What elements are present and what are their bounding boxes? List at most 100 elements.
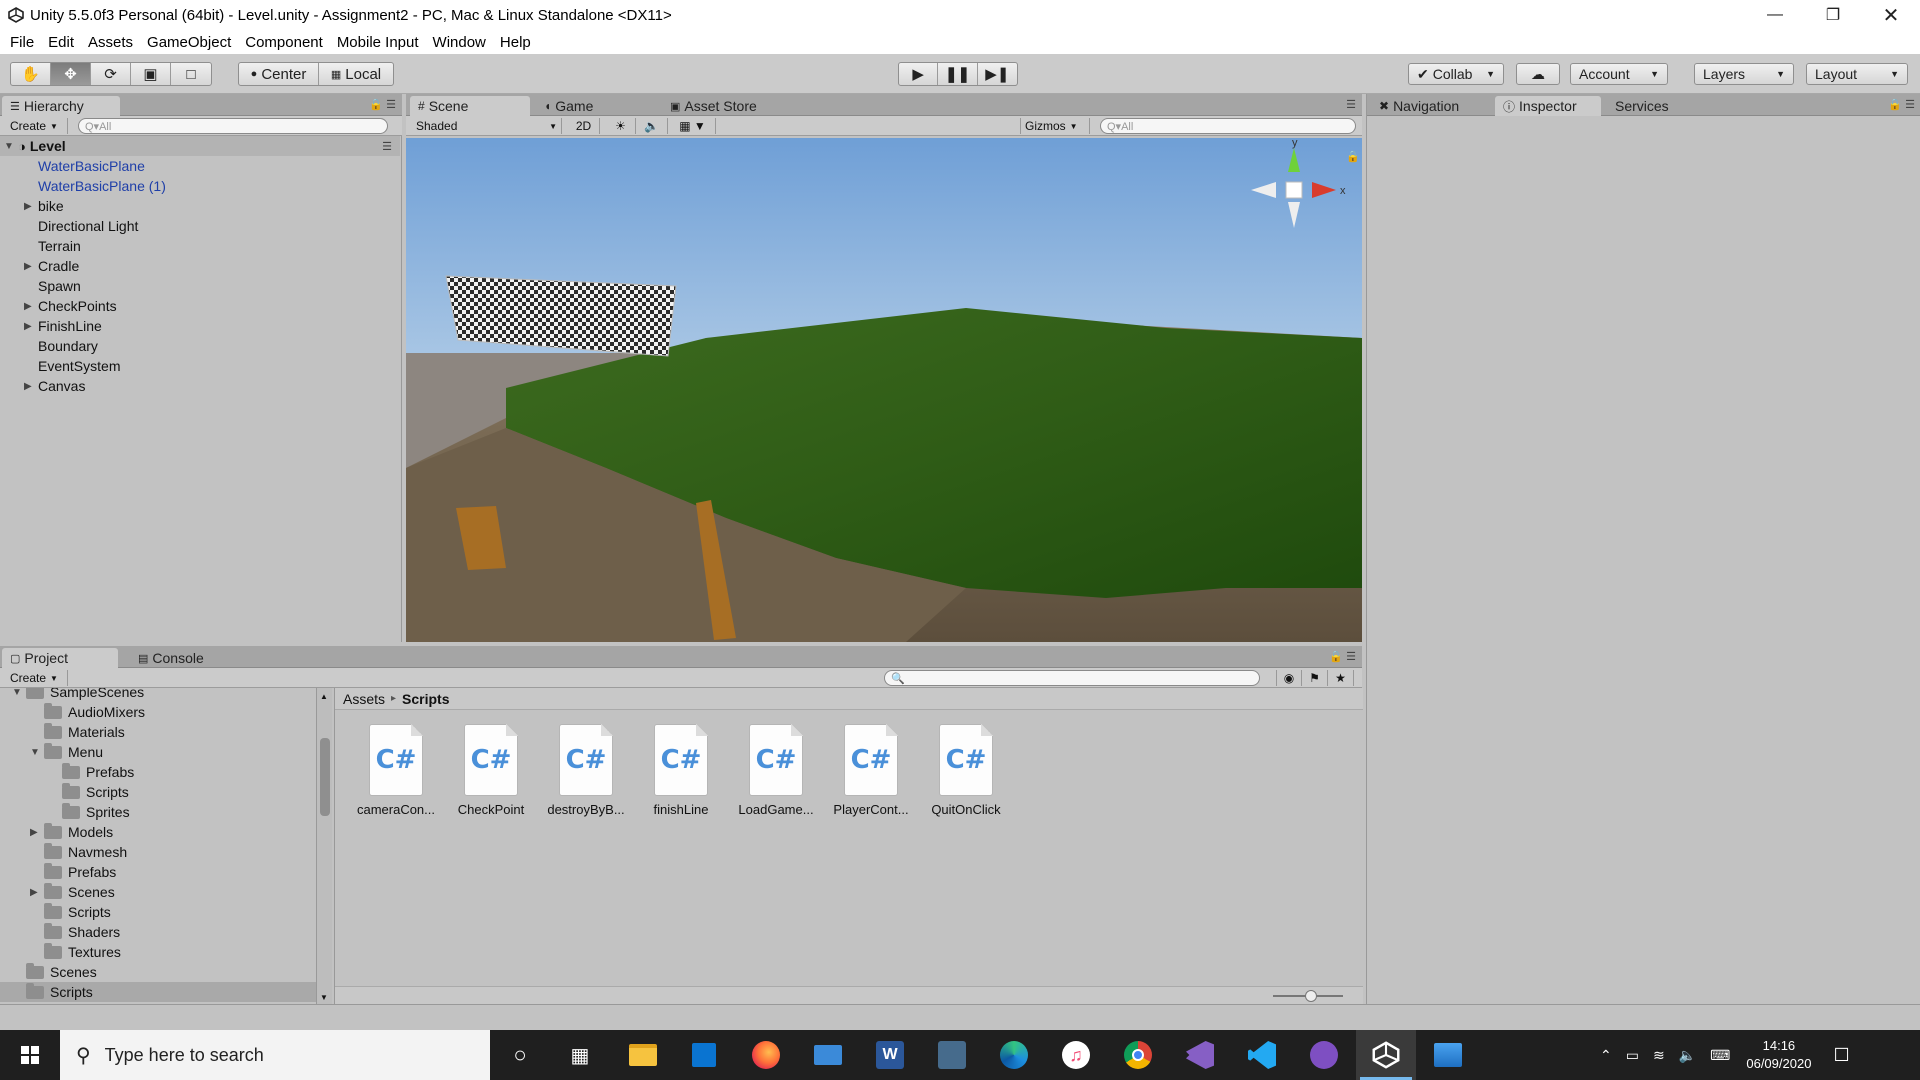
rotate-tool-icon[interactable]: ⟳ — [91, 63, 131, 85]
hierarchy-item[interactable]: Directional Light — [0, 216, 138, 236]
expand-arrow-icon[interactable]: ▶ — [24, 261, 36, 272]
tab-hierarchy[interactable]: ☰ Hierarchy — [2, 96, 120, 116]
expand-arrow-icon[interactable]: ▼ — [4, 141, 16, 152]
scroll-down-icon[interactable]: ▼ — [320, 993, 328, 1002]
project-create-button[interactable]: Create ▼ — [6, 670, 68, 686]
expand-arrow-icon[interactable]: ▶ — [30, 887, 44, 898]
expand-arrow-icon[interactable]: ▶ — [30, 827, 44, 838]
mail-icon[interactable] — [798, 1030, 858, 1080]
notifications-icon[interactable]: ☐ — [1833, 1045, 1849, 1066]
expand-arrow-icon[interactable]: ▼ — [12, 688, 26, 698]
chrome-icon[interactable] — [1108, 1030, 1168, 1080]
hierarchy-item[interactable]: WaterBasicPlane (1) — [0, 176, 166, 196]
panel-menu-icon[interactable]: 🔒 ☰ — [369, 98, 396, 111]
photos-icon[interactable] — [1418, 1030, 1478, 1080]
edge-icon[interactable] — [984, 1030, 1044, 1080]
play-icon[interactable]: ▶ — [899, 63, 939, 85]
taskbar-search-box[interactable]: ⚲ Type here to search — [60, 1030, 490, 1080]
gizmos-dropdown[interactable]: Gizmos ▼ — [1020, 118, 1090, 134]
tab-inspector[interactable]: ⓘ Inspector — [1495, 96, 1601, 116]
project-folder-item[interactable]: Materials — [0, 722, 316, 742]
zoom-slider-thumb[interactable] — [1305, 990, 1317, 1002]
step-icon[interactable]: ▶❚ — [978, 63, 1017, 85]
script-asset[interactable]: C# finishLine — [636, 724, 726, 834]
toggle-2d-button[interactable]: 2D — [568, 118, 600, 134]
panel-menu-icon[interactable]: 🔒 ☰ — [1888, 98, 1915, 111]
menu-window[interactable]: Window — [433, 34, 486, 51]
hierarchy-item[interactable]: ▶ FinishLine — [0, 316, 102, 336]
collab-dropdown[interactable]: ✔ Collab ▼ — [1408, 63, 1504, 85]
windows-start-icon[interactable] — [0, 1030, 60, 1080]
expand-arrow-icon[interactable]: ▼ — [30, 747, 44, 758]
minimize-icon[interactable]: — — [1746, 0, 1804, 30]
tree-scrollbar[interactable]: ▲ ▼ — [316, 688, 332, 1004]
hierarchy-item[interactable]: ▶ Cradle — [0, 256, 79, 276]
store-icon[interactable] — [674, 1030, 734, 1080]
scale-tool-icon[interactable]: ▣ — [131, 63, 171, 85]
chevron-up-icon[interactable]: ⌃ — [1600, 1047, 1612, 1064]
script-asset[interactable]: C# PlayerCont... — [826, 724, 916, 834]
project-folder-item[interactable]: Prefabs — [0, 762, 316, 782]
project-folder-item[interactable]: Scripts — [0, 782, 316, 802]
cortana-icon[interactable]: ○ — [490, 1030, 550, 1080]
wifi-icon[interactable]: ≋ — [1653, 1047, 1665, 1064]
menu-file[interactable]: File — [10, 34, 34, 51]
hierarchy-search-input[interactable]: Q▾All — [78, 118, 388, 134]
unity-taskbar-icon[interactable] — [1356, 1030, 1416, 1080]
scroll-thumb[interactable] — [320, 738, 330, 816]
cloud-button[interactable]: ☁ — [1516, 63, 1560, 85]
pause-icon[interactable]: ❚❚ — [938, 63, 978, 85]
project-folder-item[interactable]: Scripts — [0, 982, 316, 1002]
effects-dropdown-icon[interactable]: ▦ ▼ — [670, 118, 716, 134]
move-tool-icon[interactable]: ✥ — [51, 63, 91, 85]
word-icon[interactable]: W — [860, 1030, 920, 1080]
pivot-center-button[interactable]: ● Center — [239, 63, 319, 85]
menu-help[interactable]: Help — [500, 34, 531, 51]
project-folder-item[interactable]: Shaders — [0, 922, 316, 942]
tab-game[interactable]: ◖ Game — [536, 96, 636, 116]
hierarchy-item[interactable]: ▶ CheckPoints — [0, 296, 117, 316]
battery-icon[interactable]: ▭ — [1626, 1047, 1639, 1064]
vscode-icon[interactable] — [1232, 1030, 1292, 1080]
close-icon[interactable]: ✕ — [1862, 0, 1920, 30]
project-folder-item[interactable]: ▼ Menu — [0, 742, 316, 762]
task-view-icon[interactable]: ▦ — [550, 1030, 610, 1080]
menu-assets[interactable]: Assets — [88, 34, 133, 51]
tab-asset-store[interactable]: ▣ Asset Store — [662, 96, 792, 116]
panel-menu-icon[interactable]: 🔒 ☰ — [1329, 650, 1356, 663]
scene-menu-icon[interactable]: ☰ — [382, 140, 392, 153]
panel-menu-icon[interactable]: ☰ — [1346, 98, 1356, 111]
firefox-icon[interactable] — [736, 1030, 796, 1080]
hierarchy-item[interactable]: WaterBasicPlane — [0, 156, 145, 176]
project-search-input[interactable]: 🔍 — [884, 670, 1260, 686]
scene-viewport[interactable]: y x 🔒 — [406, 138, 1362, 642]
script-asset[interactable]: C# destroyByB... — [541, 724, 631, 834]
project-folder-item[interactable]: Textures — [0, 942, 316, 962]
scene-root-row[interactable]: ▼ ◑ Level ☰ — [0, 136, 400, 156]
clock[interactable]: 14:16 06/09/2020 — [1746, 1037, 1811, 1073]
scene-search-input[interactable]: Q▾All — [1100, 118, 1356, 134]
breadcrumb-assets[interactable]: Assets — [343, 691, 385, 707]
expand-arrow-icon[interactable]: ▶ — [24, 321, 36, 332]
script-asset[interactable]: C# LoadGame... — [731, 724, 821, 834]
menu-gameobject[interactable]: GameObject — [147, 34, 231, 51]
hierarchy-item[interactable]: Terrain — [0, 236, 81, 256]
hierarchy-create-button[interactable]: Create ▼ — [6, 118, 68, 134]
keyboard-icon[interactable]: ⌨ — [1710, 1047, 1730, 1064]
hierarchy-item[interactable]: Spawn — [0, 276, 81, 296]
layout-dropdown[interactable]: Layout ▼ — [1806, 63, 1908, 85]
script-asset[interactable]: C# cameraCon... — [351, 724, 441, 834]
project-folder-item[interactable]: Prefabs — [0, 862, 316, 882]
scroll-up-icon[interactable]: ▲ — [320, 692, 328, 701]
tab-services[interactable]: Services — [1607, 96, 1697, 116]
volume-icon[interactable]: 🔈 — [1679, 1047, 1696, 1064]
filter-label-icon[interactable]: ⚑ — [1302, 670, 1328, 686]
pivot-local-button[interactable]: ▦ Local — [319, 63, 393, 85]
shading-dropdown[interactable]: Shaded ▼ — [412, 118, 562, 134]
account-dropdown[interactable]: Account ▼ — [1570, 63, 1668, 85]
project-folder-item[interactable]: ▼ SampleScenes — [0, 688, 316, 702]
audio-toggle-icon[interactable]: 🔈 — [636, 118, 668, 134]
hierarchy-item[interactable]: EventSystem — [0, 356, 120, 376]
project-folder-item[interactable]: AudioMixers — [0, 702, 316, 722]
project-folder-item[interactable]: Scenes — [0, 962, 316, 982]
